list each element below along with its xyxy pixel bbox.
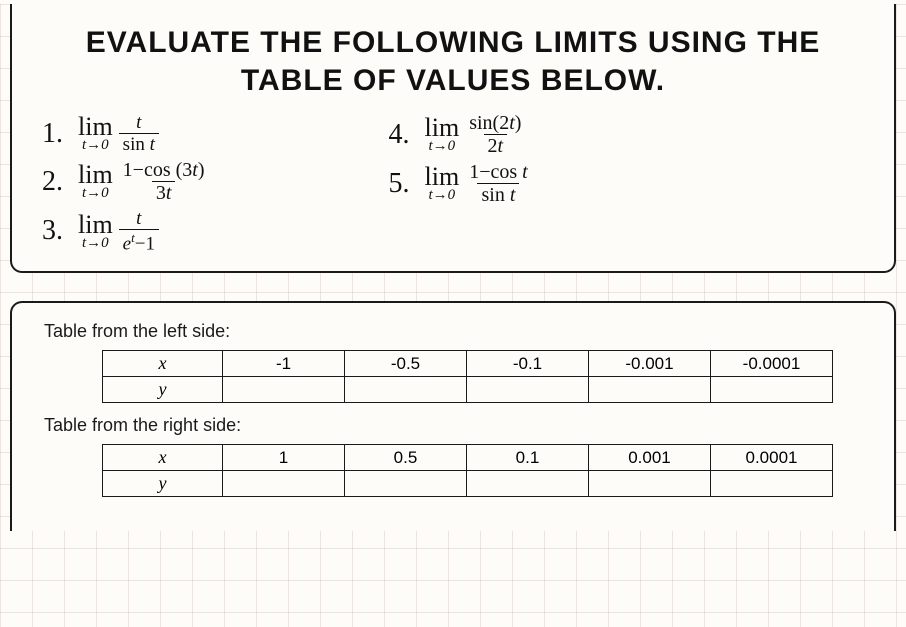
cell: -0.5 [345, 351, 467, 377]
cell [711, 377, 833, 403]
row-header-y: y [103, 377, 223, 403]
problem-number: 3. [42, 217, 78, 245]
cell: -0.1 [467, 351, 589, 377]
problem-1: 1. lim t→0 t sin t [42, 113, 209, 154]
problem-number: 1. [42, 120, 78, 148]
cell: 0.5 [345, 445, 467, 471]
limit-notation: lim t→0 [78, 162, 113, 201]
row-header-x: x [103, 445, 223, 471]
title-line-2: TABLE OF VALUES BELOW. [241, 64, 665, 97]
problems-panel: EVALUATE THE FOLLOWING LIMITS USING THE … [10, 4, 896, 273]
fraction: sin(2t) 2t [465, 113, 525, 156]
problems-list: 1. lim t→0 t sin t 2. lim t→0 1−cos ( [36, 113, 870, 253]
problems-col-right: 4. lim t→0 sin(2t) 2t 5. lim t→0 1−co [389, 113, 532, 253]
e-to-t-minus-1: et−1 [119, 229, 159, 253]
page-title: EVALUATE THE FOLLOWING LIMITS USING THE … [36, 24, 870, 99]
limit-notation: lim t→0 [425, 164, 460, 203]
cell [467, 471, 589, 497]
left-table-label: Table from the left side: [44, 321, 862, 342]
cell: -0.0001 [711, 351, 833, 377]
table-row: x -1 -0.5 -0.1 -0.001 -0.0001 [103, 351, 833, 377]
title-line-1: EVALUATE THE FOLLOWING LIMITS USING THE [86, 26, 821, 59]
cell: 1 [223, 445, 345, 471]
cell [711, 471, 833, 497]
problem-number: 5. [389, 170, 425, 198]
limit-notation: lim t→0 [78, 212, 113, 251]
cell [345, 471, 467, 497]
limit-notation: lim t→0 [78, 114, 113, 153]
cell [223, 471, 345, 497]
problem-number: 4. [389, 121, 425, 149]
table-row: y [103, 471, 833, 497]
cell: 0.0001 [711, 445, 833, 471]
problem-5: 5. lim t→0 1−cos t sin t [389, 162, 532, 205]
limit-notation: lim t→0 [425, 115, 460, 154]
cell: -1 [223, 351, 345, 377]
row-header-y: y [103, 471, 223, 497]
problem-number: 2. [42, 168, 78, 196]
problem-2: 2. lim t→0 1−cos (3t) 3t [42, 160, 209, 203]
fraction: t et−1 [119, 209, 159, 253]
fraction: 1−cos (3t) 3t [119, 160, 209, 203]
cell: 0.1 [467, 445, 589, 471]
table-row: x 1 0.5 0.1 0.001 0.0001 [103, 445, 833, 471]
table-row: y [103, 377, 833, 403]
cell [589, 377, 711, 403]
fraction: t sin t [119, 113, 159, 154]
cell [467, 377, 589, 403]
right-table: x 1 0.5 0.1 0.001 0.0001 y [102, 444, 833, 497]
left-table: x -1 -0.5 -0.1 -0.001 -0.0001 y [102, 350, 833, 403]
tables-panel: Table from the left side: x -1 -0.5 -0.1… [10, 301, 896, 531]
right-table-label: Table from the right side: [44, 415, 862, 436]
problems-col-left: 1. lim t→0 t sin t 2. lim t→0 1−cos ( [42, 113, 209, 253]
cell [589, 471, 711, 497]
cell [345, 377, 467, 403]
row-header-x: x [103, 351, 223, 377]
problem-4: 4. lim t→0 sin(2t) 2t [389, 113, 532, 156]
problem-3: 3. lim t→0 t et−1 [42, 209, 209, 253]
cell: -0.001 [589, 351, 711, 377]
fraction: 1−cos t sin t [465, 162, 532, 205]
cell [223, 377, 345, 403]
cell: 0.001 [589, 445, 711, 471]
